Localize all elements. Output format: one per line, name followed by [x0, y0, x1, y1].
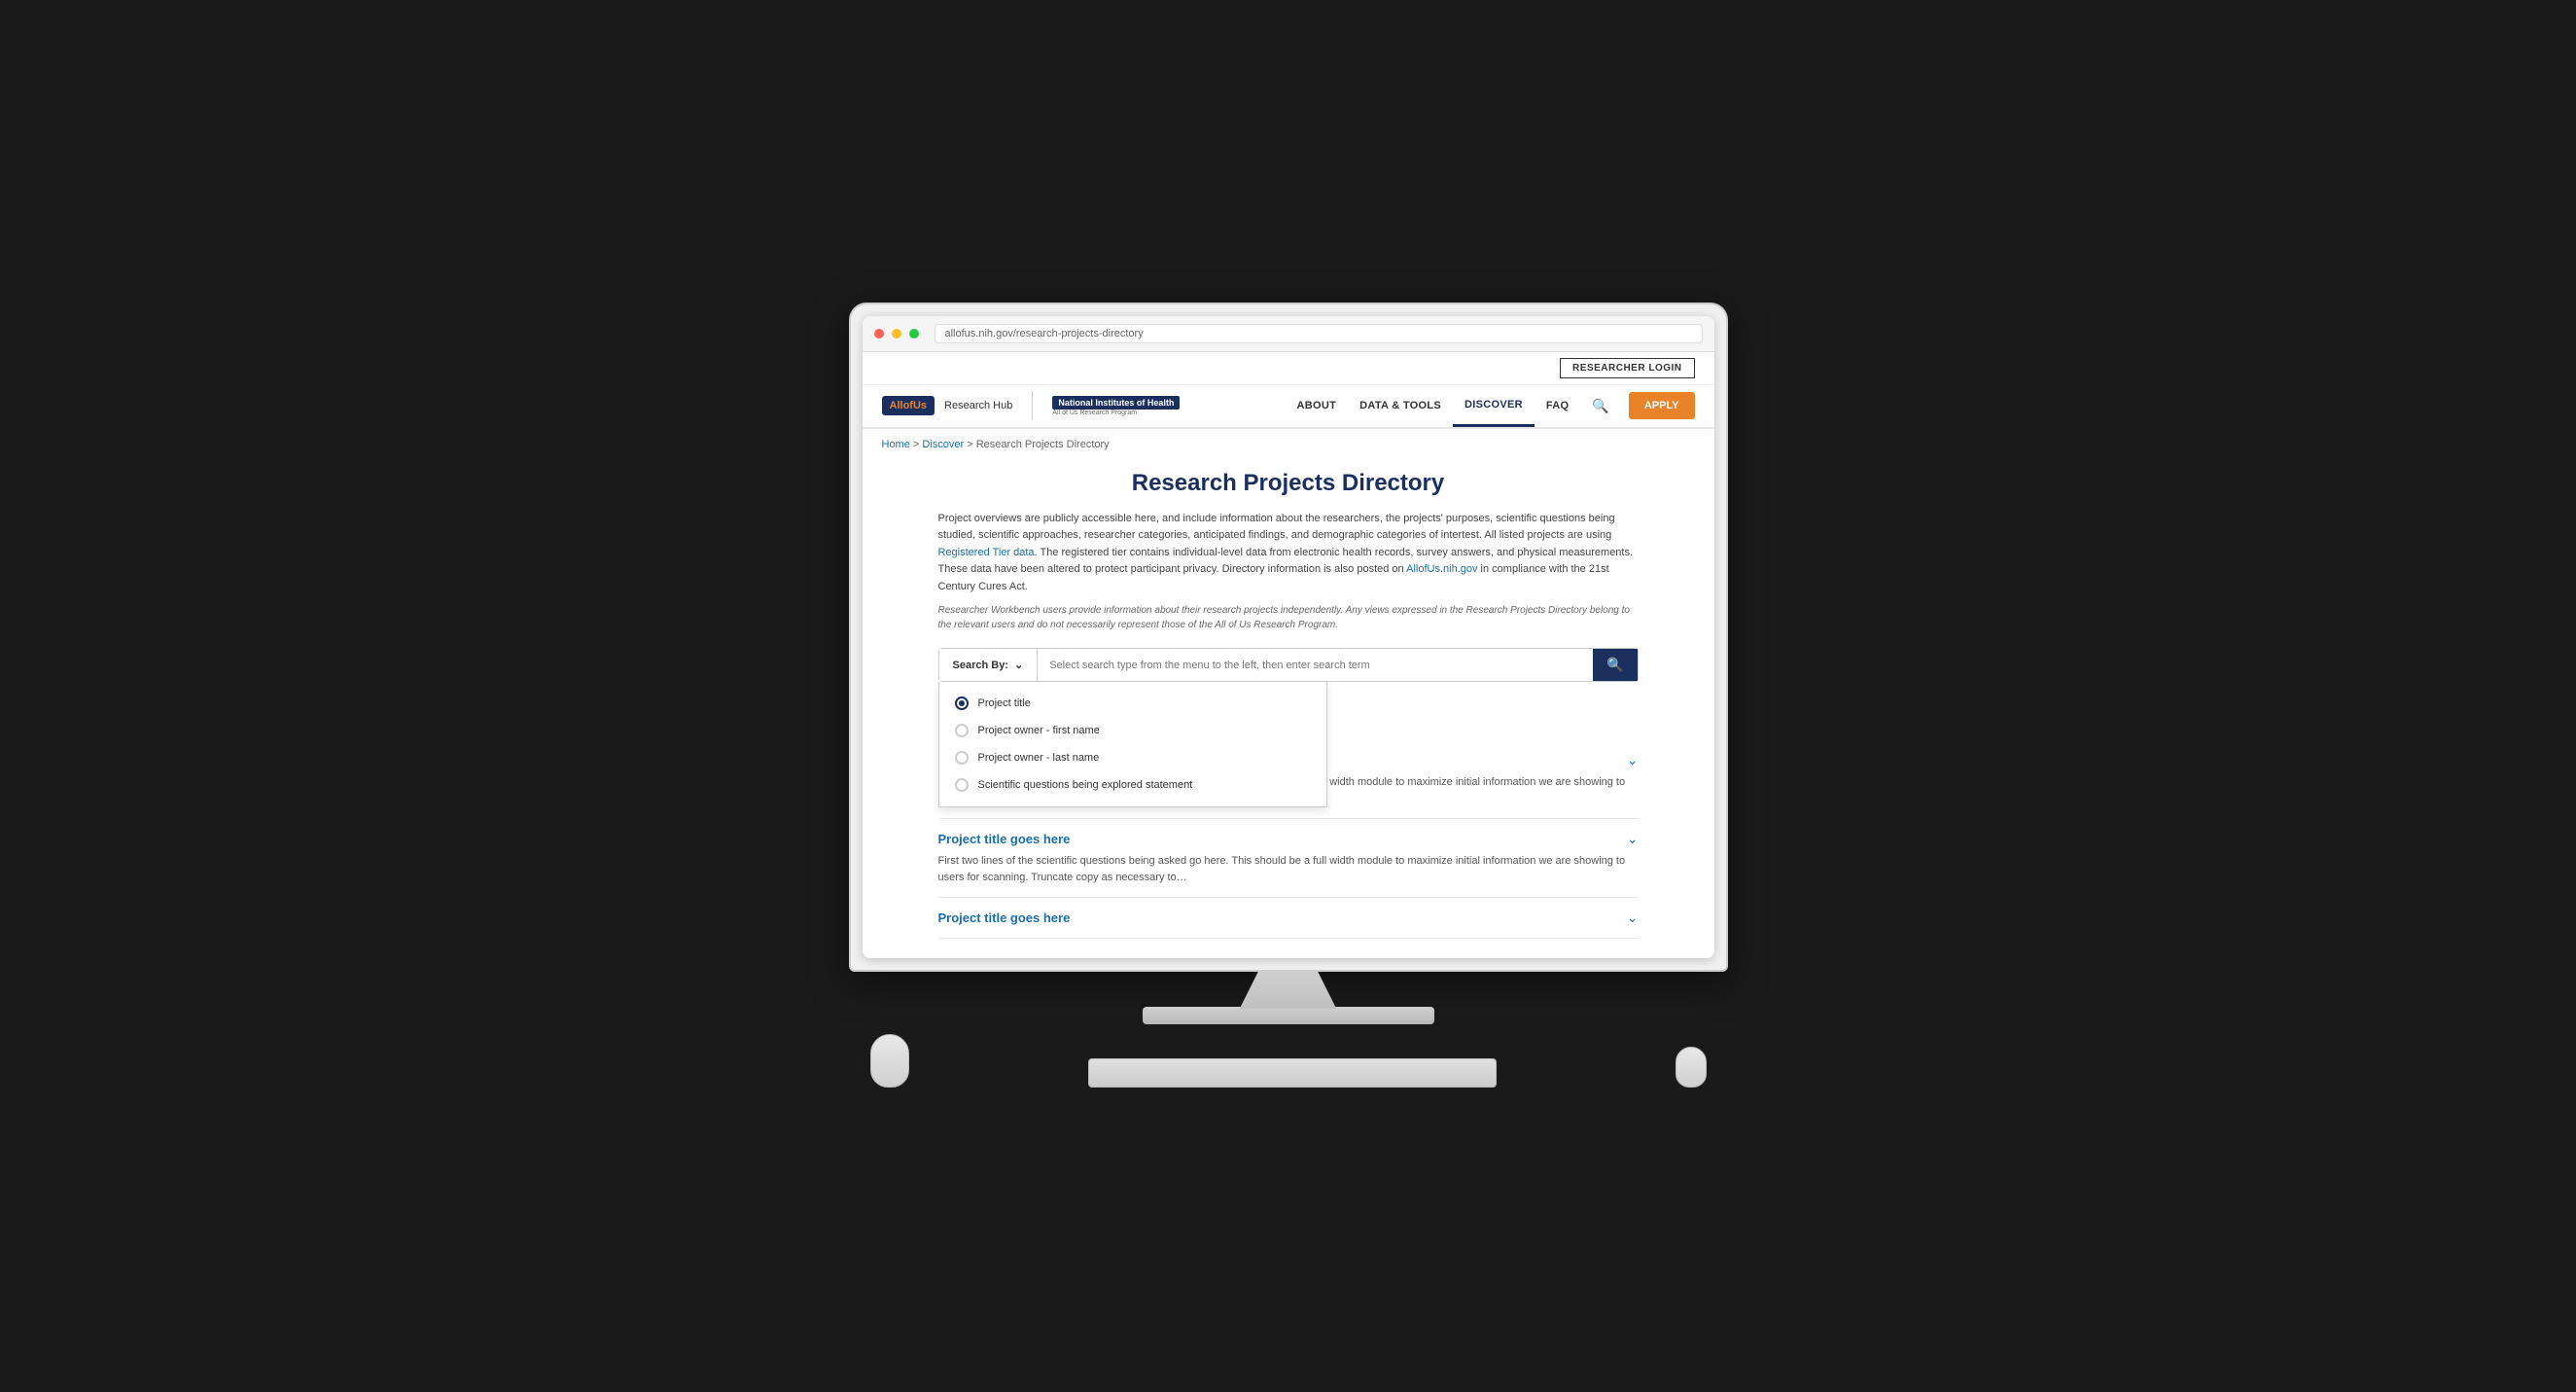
allofus-link[interactable]: AllofUs.nih.gov [1406, 563, 1477, 575]
nav-about[interactable]: ABOUT [1286, 386, 1349, 425]
apply-button[interactable]: APPLY [1629, 392, 1695, 419]
dropdown-item-project-title[interactable]: Project title [939, 690, 1326, 717]
search-dropdown: Project title Project owner - first name… [938, 682, 1327, 807]
logo-research-hub: Research Hub [944, 400, 1012, 411]
breadcrumb-home[interactable]: Home [882, 439, 910, 450]
breadcrumb: Home > Discover > Research Projects Dire… [863, 429, 1714, 460]
dropdown-label-owner-first: Project owner - first name [978, 725, 1100, 736]
main-nav: AllofUs Research Hub National Institutes… [863, 385, 1714, 429]
search-icon[interactable]: 🔍 [1580, 388, 1620, 424]
nav-faq[interactable]: FAQ [1535, 386, 1581, 425]
close-dot[interactable] [874, 329, 884, 339]
chevron-down-icon: ⌄ [1014, 659, 1023, 671]
stand-base [1143, 1007, 1434, 1024]
radio-scientific[interactable] [955, 778, 969, 792]
project-item-1: Project title goes here ⌄ First two line… [938, 819, 1639, 898]
search-bar: Search By: ⌄ 🔍 [938, 648, 1639, 682]
registered-tier-link[interactable]: Registered Tier data [938, 547, 1035, 558]
browser-bar: allofus.nih.gov/research-projects-direct… [863, 316, 1714, 352]
aou-logo-us: Us [913, 400, 927, 411]
aou-logo-of: of [903, 400, 913, 411]
breadcrumb-discover[interactable]: Discover [922, 439, 964, 450]
project-title-link-1[interactable]: Project title goes here [938, 832, 1071, 846]
chevron-down-icon-1[interactable]: ⌄ [1627, 831, 1639, 847]
nih-badge: National Institutes of Health [1052, 396, 1180, 410]
project-title-link-2[interactable]: Project title goes here [938, 910, 1071, 925]
site-content: RESEARCHER LOGIN AllofUs Research Hub Na… [863, 352, 1714, 959]
top-bar: RESEARCHER LOGIN [863, 352, 1714, 385]
dropdown-label-scientific: Scientific questions being explored stat… [978, 779, 1193, 791]
nav-discover[interactable]: DISCOVER [1453, 385, 1535, 427]
desc-text1: Project overviews are publicly accessibl… [938, 513, 1615, 542]
breadcrumb-current: Research Projects Directory [976, 439, 1110, 450]
mouse-left [870, 1034, 909, 1088]
nav-links: ABOUT DATA & TOOLS DISCOVER FAQ 🔍 APPLY [1199, 385, 1694, 427]
project-title-row-1: Project title goes here ⌄ [938, 831, 1639, 847]
breadcrumb-sep2: > [964, 439, 976, 450]
dropdown-item-owner-last[interactable]: Project owner - last name [939, 744, 1326, 771]
dropdown-item-scientific[interactable]: Scientific questions being explored stat… [939, 771, 1326, 799]
dropdown-item-owner-first[interactable]: Project owner - first name [939, 717, 1326, 744]
radio-owner-last[interactable] [955, 751, 969, 765]
page-disclaimer: Researcher Workbench users provide infor… [938, 603, 1639, 632]
chevron-down-icon-2[interactable]: ⌄ [1627, 910, 1639, 926]
project-description-1: First two lines of the scientific questi… [938, 853, 1639, 885]
chevron-down-icon-0[interactable]: ⌄ [1627, 752, 1639, 768]
search-by-button[interactable]: Search By: ⌄ [939, 649, 1039, 681]
maximize-dot[interactable] [909, 329, 919, 339]
search-container: Search By: ⌄ 🔍 Project title [938, 648, 1639, 682]
page-description: Project overviews are publicly accessibl… [938, 511, 1639, 596]
aou-logo-all: All [890, 400, 903, 411]
radio-project-title[interactable] [955, 696, 969, 710]
logo-area: AllofUs Research Hub National Institutes… [882, 391, 1181, 420]
dropdown-label-project-title: Project title [978, 697, 1031, 709]
search-button[interactable]: 🔍 [1593, 649, 1637, 681]
aou-logo: AllofUs [882, 396, 935, 415]
mouse-right [1676, 1047, 1707, 1088]
search-input[interactable] [1038, 649, 1593, 681]
nih-sub: All of Us Research Program [1052, 410, 1137, 416]
breadcrumb-sep1: > [910, 439, 923, 450]
page-title: Research Projects Directory [938, 470, 1639, 497]
project-title-row-2: Project title goes here ⌄ [938, 910, 1639, 926]
monitor-stand [851, 970, 1726, 1024]
peripherals [851, 1034, 1726, 1088]
dropdown-label-owner-last: Project owner - last name [978, 752, 1100, 764]
researcher-login-button[interactable]: RESEARCHER LOGIN [1560, 358, 1694, 378]
minimize-dot[interactable] [892, 329, 901, 339]
main-content: Research Projects Directory Project over… [900, 460, 1677, 959]
project-item-2: Project title goes here ⌄ [938, 898, 1639, 939]
nih-logo: National Institutes of Health All of Us … [1052, 396, 1180, 416]
search-by-label: Search By: [953, 660, 1008, 671]
radio-owner-first[interactable] [955, 724, 969, 737]
keyboard [1088, 1058, 1497, 1088]
nav-data-tools[interactable]: DATA & TOOLS [1348, 386, 1453, 425]
logo-divider [1032, 391, 1033, 420]
stand-neck [1240, 970, 1337, 1009]
url-bar[interactable]: allofus.nih.gov/research-projects-direct… [935, 324, 1703, 343]
